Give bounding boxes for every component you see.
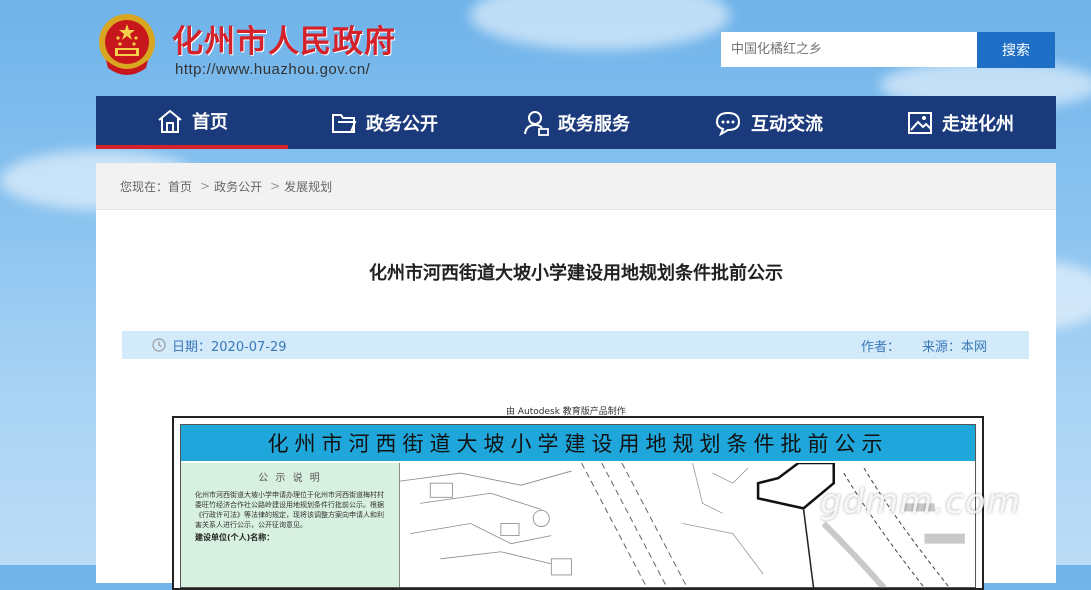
nav-item-label: 首页 — [192, 111, 228, 133]
breadcrumb-item-home[interactable]: 首页 — [168, 178, 192, 195]
site-url[interactable]: http://www.huazhou.gov.cn/ — [175, 61, 370, 78]
search-input[interactable] — [721, 32, 977, 67]
site-title[interactable]: 化州市人民政府 — [172, 16, 396, 61]
nav-item-interaction[interactable]: 互动交流 — [672, 96, 864, 149]
notice-unit-label: 建设单位(个人)名称： — [195, 533, 275, 542]
breadcrumb-prefix: 您现在： — [120, 179, 169, 194]
notice-panel: 公 示 说 明 化州市河西街道大坡小学申请办理位于化州市河西街道梅村村委旺竹经济… — [181, 463, 400, 587]
article-title: 化州市河西街道大坡小学建设用地规划条件批前公示 — [369, 263, 783, 284]
home-icon — [158, 109, 182, 133]
article-source: 来源：本网 — [921, 339, 987, 355]
nav-item-home[interactable]: 首页 — [96, 96, 288, 149]
notice-heading: 公 示 说 明 — [258, 473, 322, 484]
plan-title: 化州市河西街道大坡小学建设用地规划条件批前公示 — [181, 425, 975, 461]
breadcrumb-item-gov-affairs[interactable]: 政务公开 — [214, 178, 262, 195]
breadcrumb-item-planning[interactable]: 发展规划 — [284, 178, 332, 195]
nav-item-label: 走进化州 — [942, 113, 1014, 135]
search-button[interactable]: 搜索 — [977, 32, 1055, 68]
nav-item-gov-affairs[interactable]: 政务公开 — [288, 96, 480, 149]
nav-item-about-huazhou[interactable]: 走进化州 — [864, 96, 1056, 149]
user-service-icon — [524, 110, 549, 136]
clock-icon — [152, 338, 166, 352]
nav-item-label: 政务服务 — [558, 113, 630, 135]
article-meta-bar: 日期：2020-07-29 作者： 来源：本网 — [122, 331, 1029, 359]
chat-icon — [715, 111, 741, 136]
main-nav: 首页 政务公开 政务服务 互动交流 走进化州 — [96, 96, 1056, 149]
article-author: 作者： — [860, 339, 900, 355]
breadcrumb: 您现在： 首页 > 政务公开 > 发展规划 — [96, 163, 1056, 210]
folder-icon — [332, 113, 357, 133]
breadcrumb-separator: > — [270, 179, 281, 193]
national-emblem-icon — [99, 14, 155, 75]
breadcrumb-separator: > — [200, 179, 211, 193]
nav-item-gov-services[interactable]: 政务服务 — [480, 96, 672, 149]
article-date: 日期：2020-07-29 — [172, 339, 287, 355]
nav-item-label: 政务公开 — [366, 113, 438, 135]
picture-icon — [908, 111, 932, 134]
notice-text: 化州市河西街道大坡小学申请办理位于化州市河西街道梅村村委旺竹经济合作社公路岭建设… — [195, 491, 384, 529]
watermark: gdmm.com — [820, 482, 1021, 522]
nav-item-label: 互动交流 — [751, 113, 823, 135]
site-header: 化州市人民政府 http://www.huazhou.gov.cn/ 搜索 — [0, 0, 1091, 96]
